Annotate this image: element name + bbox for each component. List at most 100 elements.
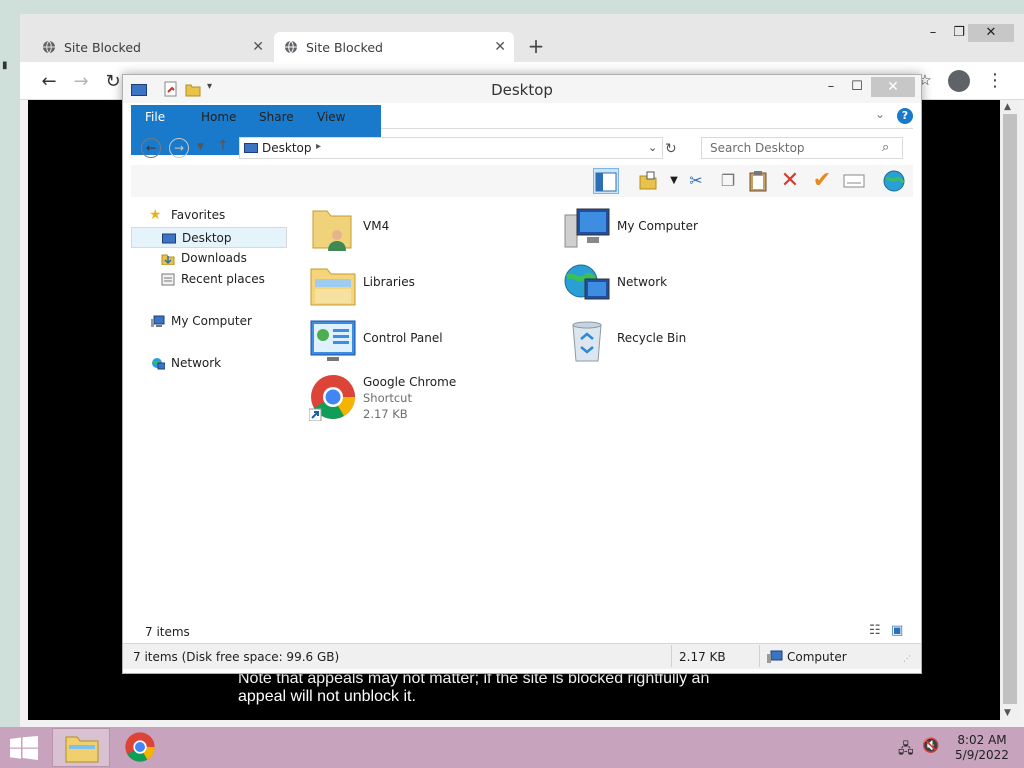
taskbar: 🖧 🔇 8:02 AM 5/9/2022: [0, 727, 1024, 768]
file-item-libraries[interactable]: Libraries: [309, 261, 559, 311]
expand-ribbon-icon[interactable]: ⌄: [875, 107, 885, 121]
close-tab-icon[interactable]: ✕: [494, 39, 506, 55]
breadcrumb-chevron-icon[interactable]: ▸: [316, 141, 321, 152]
computer-icon: [767, 650, 783, 663]
globe-icon: [883, 170, 905, 192]
file-name: Libraries: [363, 275, 415, 289]
file-size: 2.17 KB: [363, 407, 408, 421]
desktop-edge-icon: ▮: [2, 60, 8, 71]
recent-places-icon: [161, 273, 175, 286]
address-dropdown-icon[interactable]: ⌄: [648, 141, 657, 154]
tab-share[interactable]: Share: [245, 105, 308, 129]
tab-view[interactable]: View: [303, 105, 359, 129]
desktop-location-icon: [244, 143, 258, 153]
resize-grip-icon[interactable]: ⋰: [903, 654, 911, 663]
status-divider: [759, 645, 760, 667]
status-location: Computer: [787, 650, 847, 664]
status-size: 2.17 KB: [679, 650, 726, 664]
computer-icon: [151, 315, 165, 327]
item-count-row: 7 items ☷ ▣: [131, 623, 913, 643]
browser-tab-strip: Site Blocked ✕ Site Blocked ✕ + – ❐ ✕: [20, 14, 1024, 62]
nav-label: My Computer: [171, 314, 252, 328]
browser-tab-1[interactable]: Site Blocked ✕: [32, 32, 272, 62]
search-input[interactable]: Search Desktop: [710, 141, 805, 155]
browser-tab-2[interactable]: Site Blocked ✕: [274, 32, 514, 62]
explorer-maximize-button[interactable]: ☐: [845, 79, 869, 94]
taskbar-google-chrome[interactable]: [112, 728, 170, 767]
clock-date: 5/9/2022: [955, 748, 1009, 762]
nav-desktop[interactable]: Desktop: [131, 227, 287, 248]
network-globe-button[interactable]: [881, 168, 907, 194]
help-icon[interactable]: ?: [897, 108, 913, 124]
computer-icon: [564, 208, 610, 248]
network-tray-icon[interactable]: 🖧: [898, 738, 914, 762]
nav-label: Network: [171, 356, 222, 370]
file-name: My Computer: [617, 219, 698, 233]
volume-muted-icon[interactable]: 🔇: [922, 738, 939, 754]
close-tab-icon[interactable]: ✕: [252, 39, 264, 55]
globe-icon: [43, 40, 55, 54]
recycle-bin-icon: [572, 321, 602, 362]
nav-network[interactable]: Network: [131, 353, 287, 374]
scroll-thumb[interactable]: [1003, 114, 1017, 704]
details-view-icon[interactable]: ☷: [869, 623, 881, 638]
file-item-recycle-bin[interactable]: Recycle Bin: [563, 317, 813, 367]
cut-icon[interactable]: ✂: [683, 168, 709, 194]
preview-pane-button[interactable]: [593, 168, 619, 194]
address-bar[interactable]: Desktop ▸ ⌄: [239, 137, 663, 159]
back-button[interactable]: ←: [141, 138, 161, 158]
explorer-close-button[interactable]: ✕: [871, 77, 915, 97]
status-divider: [671, 645, 672, 667]
page-scrollbar[interactable]: ▲ ▼: [1000, 100, 1020, 720]
back-button[interactable]: ←: [38, 71, 60, 92]
rename-field-icon[interactable]: [841, 168, 867, 194]
tab-title: Site Blocked: [64, 39, 141, 55]
properties-button[interactable]: [635, 168, 661, 194]
forward-button[interactable]: →: [70, 71, 92, 92]
tab-title: Site Blocked: [306, 39, 383, 55]
paste-icon[interactable]: [745, 168, 771, 194]
file-name: Control Panel: [363, 331, 443, 345]
explorer-minimize-button[interactable]: –: [819, 79, 843, 94]
network-icon: [152, 358, 165, 370]
file-item-control-panel[interactable]: Control Panel: [309, 317, 559, 367]
menu-kebab-icon[interactable]: ⋮: [986, 70, 1004, 91]
status-left: 7 items (Disk free space: 99.6 GB): [133, 650, 340, 664]
refresh-icon[interactable]: ↻: [665, 141, 677, 157]
reload-button[interactable]: ↻: [102, 71, 124, 92]
file-item-google-chrome[interactable]: Google Chrome Shortcut 2.17 KB: [309, 373, 559, 433]
search-icon: ⌕: [882, 140, 890, 155]
large-icons-view-icon[interactable]: ▣: [891, 623, 903, 638]
taskbar-file-explorer[interactable]: [52, 728, 110, 767]
search-box[interactable]: Search Desktop ⌕: [701, 137, 903, 159]
nav-my-computer[interactable]: My Computer: [131, 311, 287, 332]
item-count: 7 items: [145, 625, 190, 639]
delete-icon[interactable]: ✕: [777, 168, 803, 194]
scroll-up-icon[interactable]: ▲: [1004, 102, 1011, 112]
profile-avatar[interactable]: [948, 70, 970, 92]
address-crumb[interactable]: Desktop: [262, 141, 312, 155]
tab-home[interactable]: Home: [187, 105, 250, 129]
new-tab-button[interactable]: +: [524, 34, 548, 58]
file-name: Google Chrome: [363, 375, 457, 389]
blocked-notice-text: Note that appeals may not matter; if the…: [238, 670, 710, 705]
address-row: ← → ▼ ↑ Desktop ▸ ⌄ ↻ Search Desktop ⌕: [131, 133, 913, 163]
file-name: Recycle Bin: [617, 331, 687, 345]
recent-locations-dropdown-icon[interactable]: ▼: [197, 142, 204, 152]
nav-label: Downloads: [181, 251, 247, 265]
file-name: VM4: [363, 219, 390, 233]
copy-icon[interactable]: ❐: [715, 168, 741, 194]
nav-downloads[interactable]: Downloads: [131, 248, 287, 269]
taskbar-clock[interactable]: 8:02 AM 5/9/2022: [948, 733, 1016, 763]
forward-button[interactable]: →: [169, 138, 189, 158]
nav-recent-places[interactable]: Recent places: [131, 269, 287, 290]
up-arrow-icon[interactable]: ↑: [217, 138, 229, 154]
nav-favorites[interactable]: ★ Favorites: [131, 205, 287, 226]
close-window-button[interactable]: ✕: [968, 24, 1014, 42]
windows-start-icon[interactable]: [10, 736, 38, 760]
scroll-down-icon[interactable]: ▼: [1004, 708, 1011, 718]
file-item-network[interactable]: Network: [563, 261, 813, 311]
rename-check-icon[interactable]: ✔: [809, 168, 835, 194]
file-item-my-computer[interactable]: My Computer: [563, 205, 813, 255]
file-item-vm4[interactable]: VM4: [309, 205, 559, 255]
